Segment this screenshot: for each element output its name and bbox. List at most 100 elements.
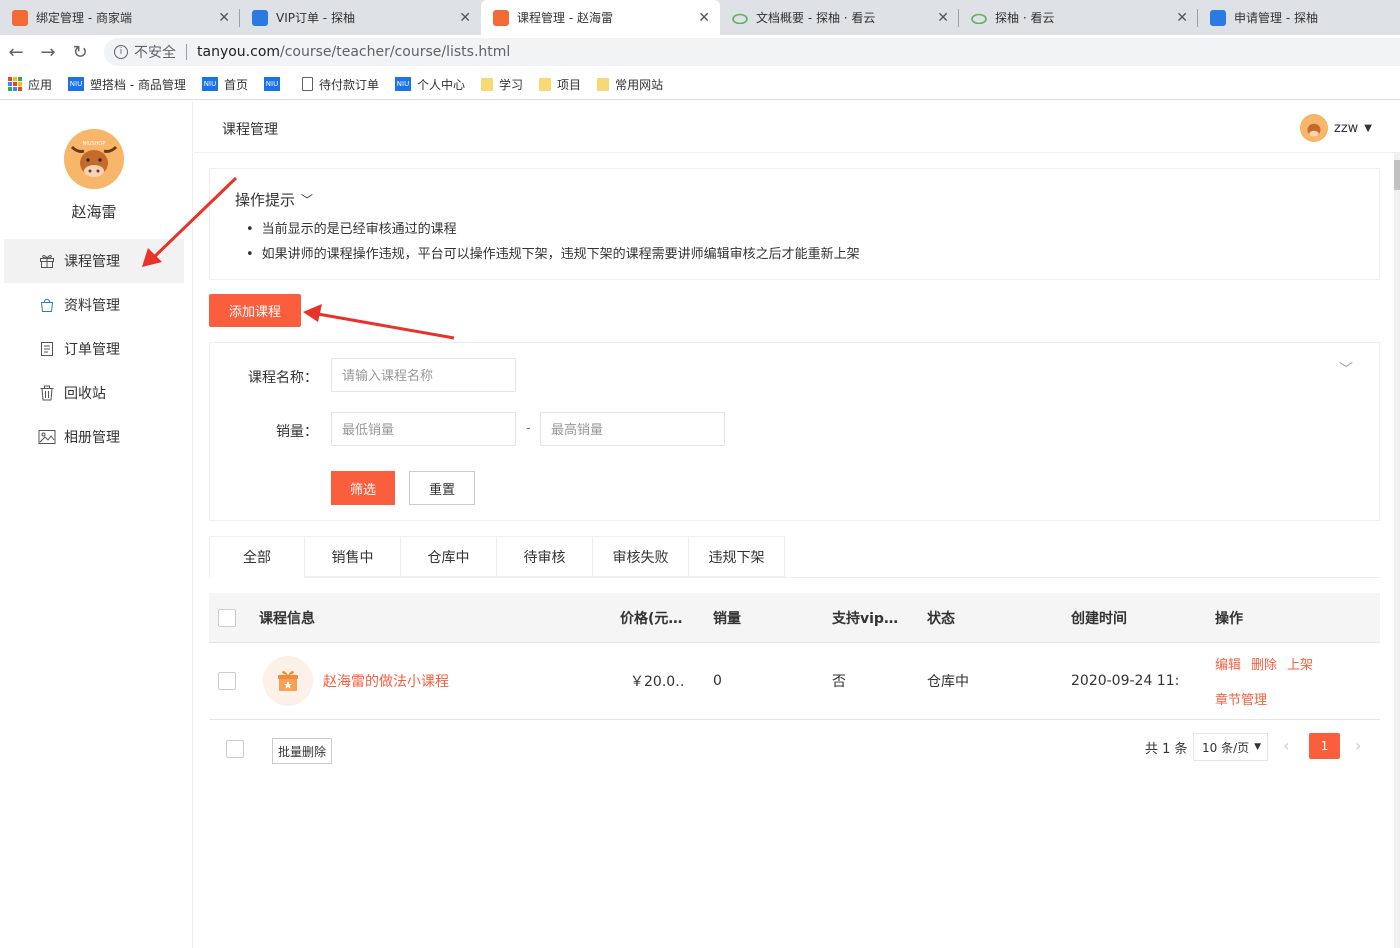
- table-row: 赵海雷的做法小课程 ￥20.0… 0 否 仓库中 2020-09-24 11:……: [209, 643, 1380, 720]
- max-sales-input[interactable]: [540, 412, 725, 446]
- sidebar-item-label: 回收站: [64, 386, 106, 402]
- current-page[interactable]: 1: [1309, 733, 1340, 759]
- bookmark-label: 应用: [28, 77, 53, 92]
- bookmark-item[interactable]: 待付款订单: [302, 76, 379, 93]
- scrollbar[interactable]: [1394, 153, 1400, 948]
- blue-cloud-icon: [1210, 9, 1226, 26]
- close-icon[interactable]: ✕: [218, 10, 230, 26]
- bookmark-folder[interactable]: 项目: [539, 76, 581, 93]
- tips-toggle[interactable]: 操作提示 ﹀: [235, 189, 313, 210]
- course-thumbnail: [263, 656, 313, 706]
- address-bar: ← → ↻ i 不安全 tanyou.com/course/teacher/co…: [0, 35, 1400, 69]
- browser-tab[interactable]: VIP订单 - 探柚 ✕: [240, 0, 481, 35]
- add-course-button[interactable]: 添加课程: [209, 294, 301, 327]
- user-name: zzw: [1334, 120, 1359, 136]
- bookmark-label: 首页: [223, 77, 248, 92]
- gift-icon: [278, 671, 298, 691]
- close-icon[interactable]: ✕: [937, 10, 949, 26]
- sidebar-item-course[interactable]: 课程管理: [4, 239, 184, 283]
- course-name-input[interactable]: [331, 358, 516, 392]
- prev-page-icon[interactable]: ‹: [1283, 736, 1289, 755]
- col-info: 课程信息: [259, 610, 315, 627]
- browser-tab[interactable]: 探柚 · 看云 ✕: [959, 0, 1198, 35]
- url-path: /course/teacher/course/lists.html: [280, 44, 511, 60]
- edit-link[interactable]: 编辑: [1215, 658, 1241, 673]
- bookmark-item[interactable]: NIU 个人中心: [395, 76, 465, 93]
- caret-down-icon: ▼: [1254, 742, 1261, 752]
- annotation-arrowhead: [303, 304, 322, 322]
- avatar[interactable]: NIUSHOP: [64, 129, 124, 189]
- browser-tab-active[interactable]: 课程管理 - 赵海雷 ✕: [481, 0, 720, 35]
- col-created: 创建时间: [1071, 610, 1127, 627]
- tip-item: 如果讲师的课程操作违规，平台可以操作违规下架，违规下架的课程需要讲师编辑审核之后…: [246, 242, 860, 267]
- range-separator: -: [526, 421, 531, 436]
- browser-tab[interactable]: 绑定管理 - 商家端 ✕: [0, 0, 240, 35]
- close-icon[interactable]: ✕: [459, 10, 471, 26]
- info-icon[interactable]: i: [114, 45, 128, 59]
- svg-text:NIUSHOP: NIUSHOP: [83, 141, 106, 147]
- topbar: 课程管理 zzw ▼: [194, 101, 1400, 153]
- bookmark-item[interactable]: NIU 首页: [201, 76, 248, 93]
- select-all-checkbox[interactable]: [218, 593, 236, 642]
- sales-label: 销量：: [276, 424, 318, 440]
- next-page-icon[interactable]: ›: [1355, 736, 1361, 755]
- sidebar-item-label: 课程管理: [64, 254, 120, 270]
- tab-title: VIP订单 - 探柚: [276, 11, 355, 25]
- total-count: 共 1 条: [1145, 742, 1188, 757]
- delete-link[interactable]: 删除: [1251, 658, 1277, 673]
- security-label[interactable]: 不安全: [134, 42, 176, 62]
- close-icon[interactable]: ✕: [698, 10, 710, 26]
- reset-button[interactable]: 重置: [409, 471, 475, 505]
- browser-tab[interactable]: 文档概要 - 探柚 · 看云 ✕: [720, 0, 959, 35]
- batch-delete-button[interactable]: 批量删除: [272, 738, 333, 764]
- bookmark-label: 项目: [557, 77, 582, 92]
- min-sales-input[interactable]: [331, 412, 516, 446]
- bookmarks-bar: 应用 NIU 塑搭档 - 商品管理 NIU 首页 NIU 待付款订单 NIU 个人中心…: [0, 69, 1400, 100]
- sidebar-item-album[interactable]: 相册管理: [4, 415, 184, 459]
- sidebar-item-recycle[interactable]: 回收站: [4, 371, 184, 415]
- select-all-bottom-checkbox[interactable]: [226, 740, 244, 758]
- course-name-link[interactable]: 赵海雷的做法小课程: [323, 671, 449, 691]
- sidebar-item-order[interactable]: 订单管理: [4, 327, 184, 371]
- browser-tab[interactable]: 申请管理 - 探柚: [1198, 0, 1400, 35]
- filter-button[interactable]: 筛选: [331, 471, 395, 505]
- tab-title: 申请管理 - 探柚: [1234, 11, 1318, 25]
- tab-title: 探柚 · 看云: [995, 11, 1055, 25]
- tab-pending[interactable]: 待审核: [497, 536, 593, 577]
- tab-violation[interactable]: 违规下架: [689, 536, 785, 577]
- col-price: 价格(元…: [620, 610, 683, 627]
- url-input[interactable]: i 不安全 tanyou.com/course/teacher/course/l…: [104, 38, 1400, 66]
- bookmark-label: 待付款订单: [319, 77, 380, 92]
- caret-down-icon: ▼: [1364, 122, 1372, 134]
- chapter-manage-link[interactable]: 章节管理: [1215, 693, 1267, 708]
- browser-tabbar: 绑定管理 - 商家端 ✕ VIP订单 - 探柚 ✕ 课程管理 - 赵海雷 ✕ 文…: [0, 0, 1400, 35]
- course-table: 课程信息 价格(元… 销量 支持vip… 状态 创建时间 操作 赵海雷的做法小课…: [209, 593, 1380, 720]
- chevron-down-icon[interactable]: ﹀: [1339, 359, 1353, 379]
- row-checkbox[interactable]: [218, 643, 236, 719]
- close-icon[interactable]: ✕: [1176, 10, 1188, 26]
- operation-tips: 操作提示 ﹀ 当前显示的是已经审核通过的课程 如果讲师的课程操作违规，平台可以操…: [209, 168, 1380, 280]
- document-icon: [302, 77, 313, 91]
- bookmark-item[interactable]: NIU: [264, 77, 286, 91]
- bookmark-apps[interactable]: 应用: [8, 76, 52, 93]
- publish-link[interactable]: 上架: [1287, 658, 1313, 673]
- tab-all[interactable]: 全部: [209, 536, 305, 578]
- bookmark-folder[interactable]: 学习: [481, 76, 523, 93]
- sidebar-menu: 课程管理 资料管理 订单管理 回收站 相册管理: [4, 239, 184, 459]
- scrollbar-thumb[interactable]: [1394, 160, 1400, 190]
- tab-in-stock[interactable]: 仓库中: [401, 536, 497, 577]
- sidebar-item-material[interactable]: 资料管理: [4, 283, 184, 327]
- course-vip: 否: [832, 674, 846, 690]
- reload-icon[interactable]: ↻: [64, 36, 96, 68]
- sidebar-item-label: 订单管理: [64, 342, 120, 358]
- bookmark-folder[interactable]: 常用网站: [597, 76, 663, 93]
- niu-icon: NIU: [395, 77, 412, 91]
- page-size-select[interactable]: 10 条/页 ▼: [1193, 733, 1268, 761]
- bookmark-item[interactable]: NIU 塑搭档 - 商品管理: [68, 76, 186, 93]
- tab-on-sale[interactable]: 销售中: [305, 536, 401, 577]
- forward-icon[interactable]: →: [32, 36, 64, 68]
- user-menu[interactable]: zzw ▼: [1300, 114, 1372, 142]
- back-icon[interactable]: ←: [0, 36, 32, 68]
- tab-rejected[interactable]: 审核失败: [593, 536, 689, 577]
- table-header: 课程信息 价格(元… 销量 支持vip… 状态 创建时间 操作: [209, 593, 1380, 643]
